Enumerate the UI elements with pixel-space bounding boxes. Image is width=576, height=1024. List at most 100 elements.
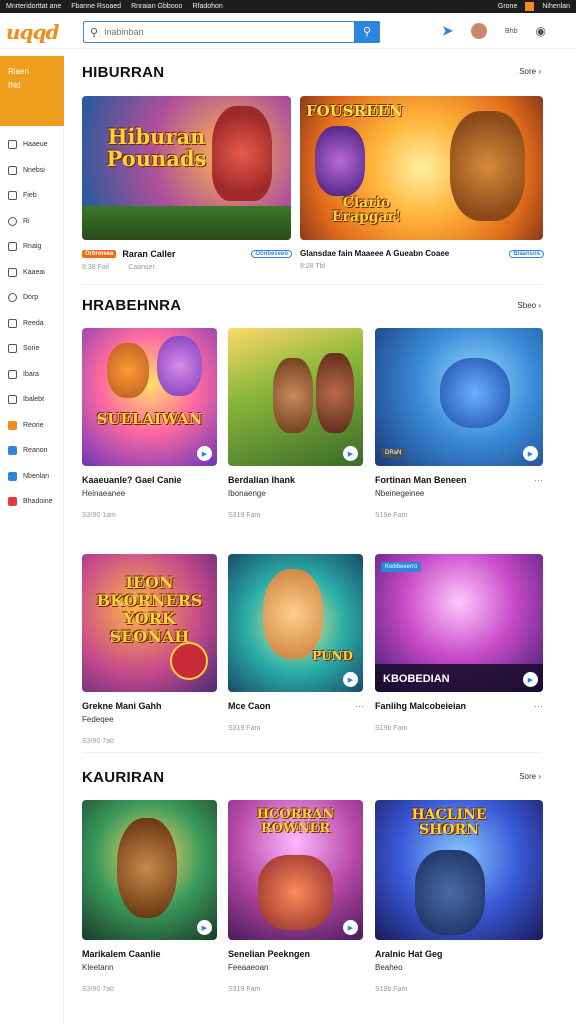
card-meta: Glansdae fain Maaeee A Gueabn Coaee Biaa… <box>300 249 544 258</box>
card-date: S19e Fam <box>375 512 408 519</box>
see-all-link[interactable]: Sbeo › <box>517 301 541 310</box>
game-thumbnail[interactable]: HACLINE SHORN <box>375 800 543 940</box>
game-thumbnail[interactable]: ▶ <box>228 328 363 466</box>
more-icon[interactable]: ··· <box>534 475 543 485</box>
top-right-2[interactable]: Nihenlan <box>542 3 570 10</box>
game-card[interactable]: IEON BKORNERS YORK SEONAH Grekne Mani Ga… <box>82 554 218 745</box>
flag-icon <box>8 497 17 507</box>
card-title[interactable]: Grekne Mani Gahh <box>82 701 162 711</box>
see-all-link[interactable]: Sore › <box>519 67 541 76</box>
game-thumbnail[interactable]: DRaN ▶ <box>375 328 543 466</box>
section-title: HIBURRAN <box>82 64 165 81</box>
header-text-icon[interactable]: Bhb <box>505 28 517 35</box>
play-icon[interactable]: ▶ <box>343 920 358 935</box>
sidebar-item[interactable]: Reanon <box>0 438 63 464</box>
card-title-row: Marikalem Caanlie <box>82 949 218 959</box>
card-title[interactable]: Mce Caon <box>228 701 271 711</box>
date-text: 8:38 Fail <box>82 264 109 271</box>
sidebar-item[interactable]: Rnaig <box>0 234 63 260</box>
top-link-1[interactable]: Mnrteridorttat ane <box>6 3 61 10</box>
search-button[interactable]: ⚲ <box>354 20 380 43</box>
mail-icon <box>8 446 17 456</box>
play-icon[interactable]: ▶ <box>523 672 538 687</box>
card-title[interactable]: Marikalem Caanlie <box>82 949 161 959</box>
game-card[interactable]: HACLINE SHORN Aralnic Hat Geg Beaheo S19… <box>375 800 543 993</box>
folder-icon <box>8 344 17 354</box>
game-thumbnail[interactable]: FOUSREEN Clario Erapgar! <box>300 96 543 240</box>
card-subtitle: Feeaaeoan <box>228 963 269 972</box>
play-icon[interactable]: ▶ <box>343 446 358 461</box>
sidebar-item[interactable]: Ibalebt <box>0 387 63 413</box>
card-title[interactable]: Aralnic Hat Geg <box>375 949 443 959</box>
game-thumbnail[interactable]: Hiburan Pounads <box>82 96 291 240</box>
game-card[interactable]: PUND ▶ Mce Caon ··· S319 Fam <box>228 554 364 732</box>
play-icon[interactable]: ▶ <box>197 920 212 935</box>
card-date: S3!90 7a0 <box>82 986 114 993</box>
compass-icon <box>8 293 17 303</box>
avatar[interactable] <box>471 23 488 39</box>
game-card[interactable]: ▶ Berdalian Ihank Ibonaenge S319 Fam <box>228 328 364 519</box>
send-icon[interactable]: ➤ <box>442 23 453 39</box>
sidebar-item[interactable]: Sorie <box>0 336 63 362</box>
featured-card[interactable]: FOUSREEN Clario Erapgar! Glansdae fain M… <box>300 96 544 270</box>
sidebar-feature[interactable]: Rlaen INd <box>0 56 64 126</box>
game-thumbnail[interactable]: ▶ <box>82 800 217 940</box>
sidebar-item[interactable]: Kaaeai <box>0 260 63 286</box>
card-title[interactable]: Fanlihg Malcobeieian <box>375 701 466 711</box>
game-thumbnail[interactable]: PUND ▶ <box>228 554 363 692</box>
game-card[interactable]: Kwbbeeerro KBOBEDIAN ▶ Fanlihg Malcobeie… <box>375 554 543 732</box>
game-card[interactable]: HCORRAN ROWNER ▶ Senelian Peekngen Feeaa… <box>228 800 364 993</box>
featured-card[interactable]: Hiburan Pounads Orbrmeea Raran Caller Oo… <box>82 96 292 271</box>
settings-icon[interactable]: ◉ <box>536 24 546 38</box>
sidebar-item-label: Fieb <box>23 192 37 200</box>
card-date: 8:28 Tbl <box>300 263 326 270</box>
card-title-row: Aralnic Hat Geg <box>375 949 543 959</box>
sidebar-item[interactable]: Reorie <box>0 413 63 439</box>
game-thumbnail[interactable]: SUELAIWAN ▶ <box>82 328 217 466</box>
sidebar-item[interactable]: Nbenlan <box>0 464 63 490</box>
thumbnail-title: Clario Erapgar! <box>331 195 402 225</box>
sidebar-item[interactable]: Fieb <box>0 183 63 209</box>
sidebar-item[interactable]: Ri <box>0 209 63 235</box>
sidebar-item[interactable]: Ibara <box>0 362 63 388</box>
card-title[interactable]: Raran Caller <box>122 249 175 259</box>
character-art-2 <box>316 353 354 433</box>
sidebar-item[interactable]: Dorp <box>0 285 63 311</box>
game-thumbnail[interactable]: IEON BKORNERS YORK SEONAH <box>82 554 217 692</box>
character-art <box>258 855 333 930</box>
card-title-row: Berdalian Ihank <box>228 475 364 485</box>
card-title[interactable]: Kaaeuanle? Gael Canie <box>82 475 182 485</box>
sidebar-item[interactable]: Haaeue <box>0 132 63 158</box>
search-input[interactable] <box>104 27 354 37</box>
card-title[interactable]: Senelian Peekngen <box>228 949 310 959</box>
game-card[interactable]: DRaN ▶ Fortinan Man Beneen ··· Nbeinegein… <box>375 328 543 519</box>
see-all-link[interactable]: Sore › <box>519 772 541 781</box>
game-thumbnail[interactable]: HCORRAN ROWNER ▶ <box>228 800 363 940</box>
play-icon[interactable]: ▶ <box>343 672 358 687</box>
logo[interactable]: uqqd <box>6 20 59 44</box>
top-right-1[interactable]: Grone <box>498 3 517 10</box>
more-icon[interactable]: ··· <box>355 701 364 711</box>
bookmark-icon <box>8 420 17 430</box>
card-title[interactable]: Fortinan Man Beneen <box>375 475 467 485</box>
card-date: S3!90 1am <box>82 512 116 519</box>
top-link-2[interactable]: Fbanne Rsoaed <box>71 3 121 10</box>
character-art-2 <box>315 126 365 196</box>
character-art <box>273 358 313 433</box>
sidebar-item[interactable]: Nnebsi <box>0 158 63 184</box>
play-icon[interactable]: ▶ <box>523 446 538 461</box>
top-link-3[interactable]: Rnraian Gbbooo <box>131 3 182 10</box>
notification-icon[interactable] <box>525 2 535 11</box>
sidebar-item[interactable]: Bhadoine <box>0 489 63 515</box>
top-link-4[interactable]: Rfadohon <box>192 3 222 10</box>
game-card[interactable]: SUELAIWAN ▶ Kaaeuanle? Gael Canie Heinae… <box>82 328 218 519</box>
card-title[interactable]: Glansdae fain Maaeee A Gueabn Coaee <box>300 249 449 258</box>
card-title[interactable]: Berdalian Ihank <box>228 475 295 485</box>
more-icon[interactable]: ··· <box>534 701 543 711</box>
sidebar-item[interactable]: Reeda <box>0 311 63 337</box>
clock-icon <box>8 216 17 226</box>
play-icon[interactable]: ▶ <box>197 446 212 461</box>
character-art <box>440 358 510 428</box>
game-thumbnail[interactable]: Kwbbeeerro KBOBEDIAN ▶ <box>375 554 543 692</box>
game-card[interactable]: ▶ Marikalem Caanlie Kleetann S3!90 7a0 <box>82 800 218 993</box>
